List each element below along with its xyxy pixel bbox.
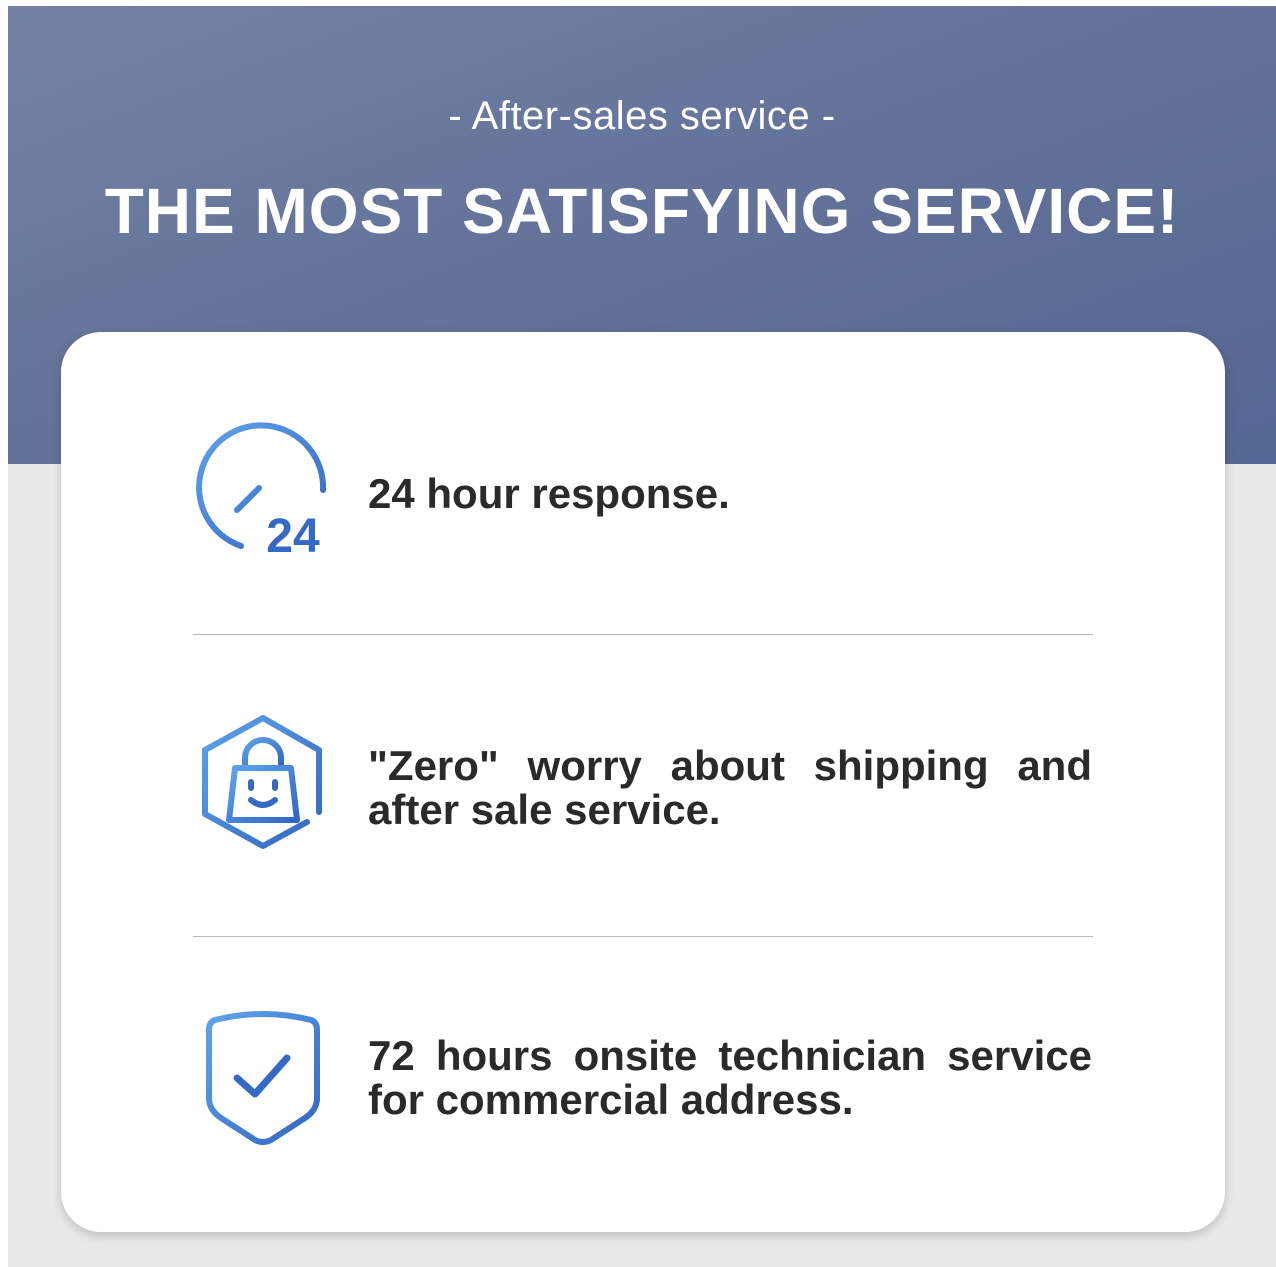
divider-1: [193, 634, 1093, 635]
feature-text-3: 72 hours onsite technician service for c…: [368, 1032, 1092, 1123]
header-title: THE MOST SATISFYING SERVICE!: [104, 175, 1180, 247]
feature-text-1: 24 hour response.: [368, 470, 730, 517]
service-card: 24 24 hour response. "Zero" worry about …: [61, 332, 1225, 1232]
clock-24-label: 24: [266, 510, 320, 558]
page-panel: - After-sales service - THE MOST SATISFY…: [8, 6, 1276, 1267]
shopping-bag-hexagon-icon: [202, 715, 322, 849]
divider-2: [193, 936, 1093, 937]
shield-check-icon: [206, 1011, 320, 1145]
clock-24-icon: 24: [196, 422, 327, 558]
feature-text-2: "Zero" worry about shipping and after sa…: [368, 742, 1092, 833]
header-subtitle: - After-sales service -: [448, 94, 836, 138]
